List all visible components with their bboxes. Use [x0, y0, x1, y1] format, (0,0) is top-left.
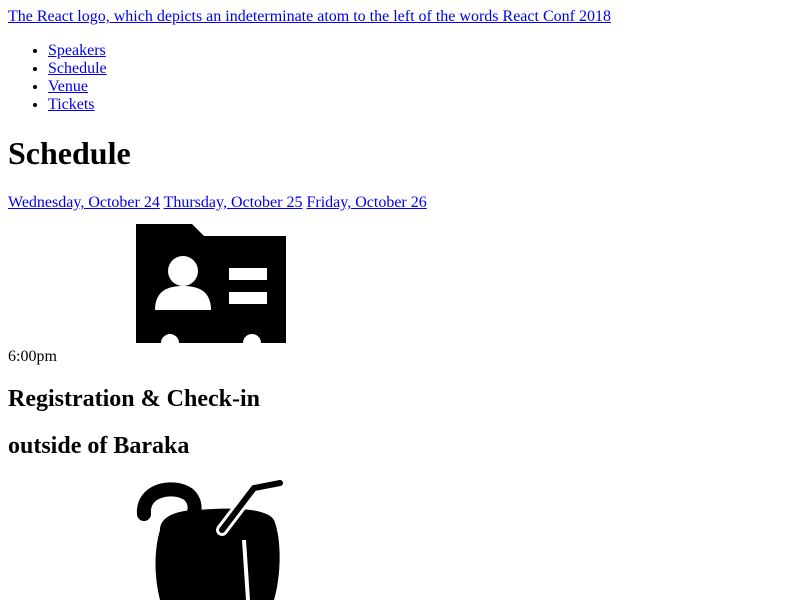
session-title: Registration & Check-in [8, 386, 260, 412]
nav-item-tickets: Tickets [48, 96, 107, 114]
name-badge-icon [136, 224, 286, 344]
nav-item-speakers: Speakers [48, 42, 107, 60]
page-title: Schedule [8, 135, 131, 171]
nav-link-speakers[interactable]: Speakers [48, 42, 106, 59]
logo-alt-text: The React logo, which depicts an indeter… [8, 8, 611, 25]
session-location: outside of Baraka [8, 433, 190, 459]
main-nav: Speakers Schedule Venue Tickets [0, 42, 107, 114]
nav-item-schedule: Schedule [48, 60, 107, 78]
nav-link-venue[interactable]: Venue [48, 78, 88, 95]
nav-item-venue: Venue [48, 78, 107, 96]
day-tab-thursday[interactable]: Thursday, October 25 [164, 194, 303, 211]
coconut-drink-icon [136, 480, 286, 600]
nav-link-schedule[interactable]: Schedule [48, 60, 107, 77]
nav-link-tickets[interactable]: Tickets [48, 96, 95, 113]
day-tabs: Wednesday, October 24 Thursday, October … [8, 194, 427, 212]
day-tab-wednesday[interactable]: Wednesday, October 24 [8, 194, 160, 211]
session-time: 6:00pm [8, 348, 57, 365]
day-tab-friday[interactable]: Friday, October 26 [306, 194, 426, 211]
logo-link[interactable]: The React logo, which depicts an indeter… [8, 8, 611, 26]
